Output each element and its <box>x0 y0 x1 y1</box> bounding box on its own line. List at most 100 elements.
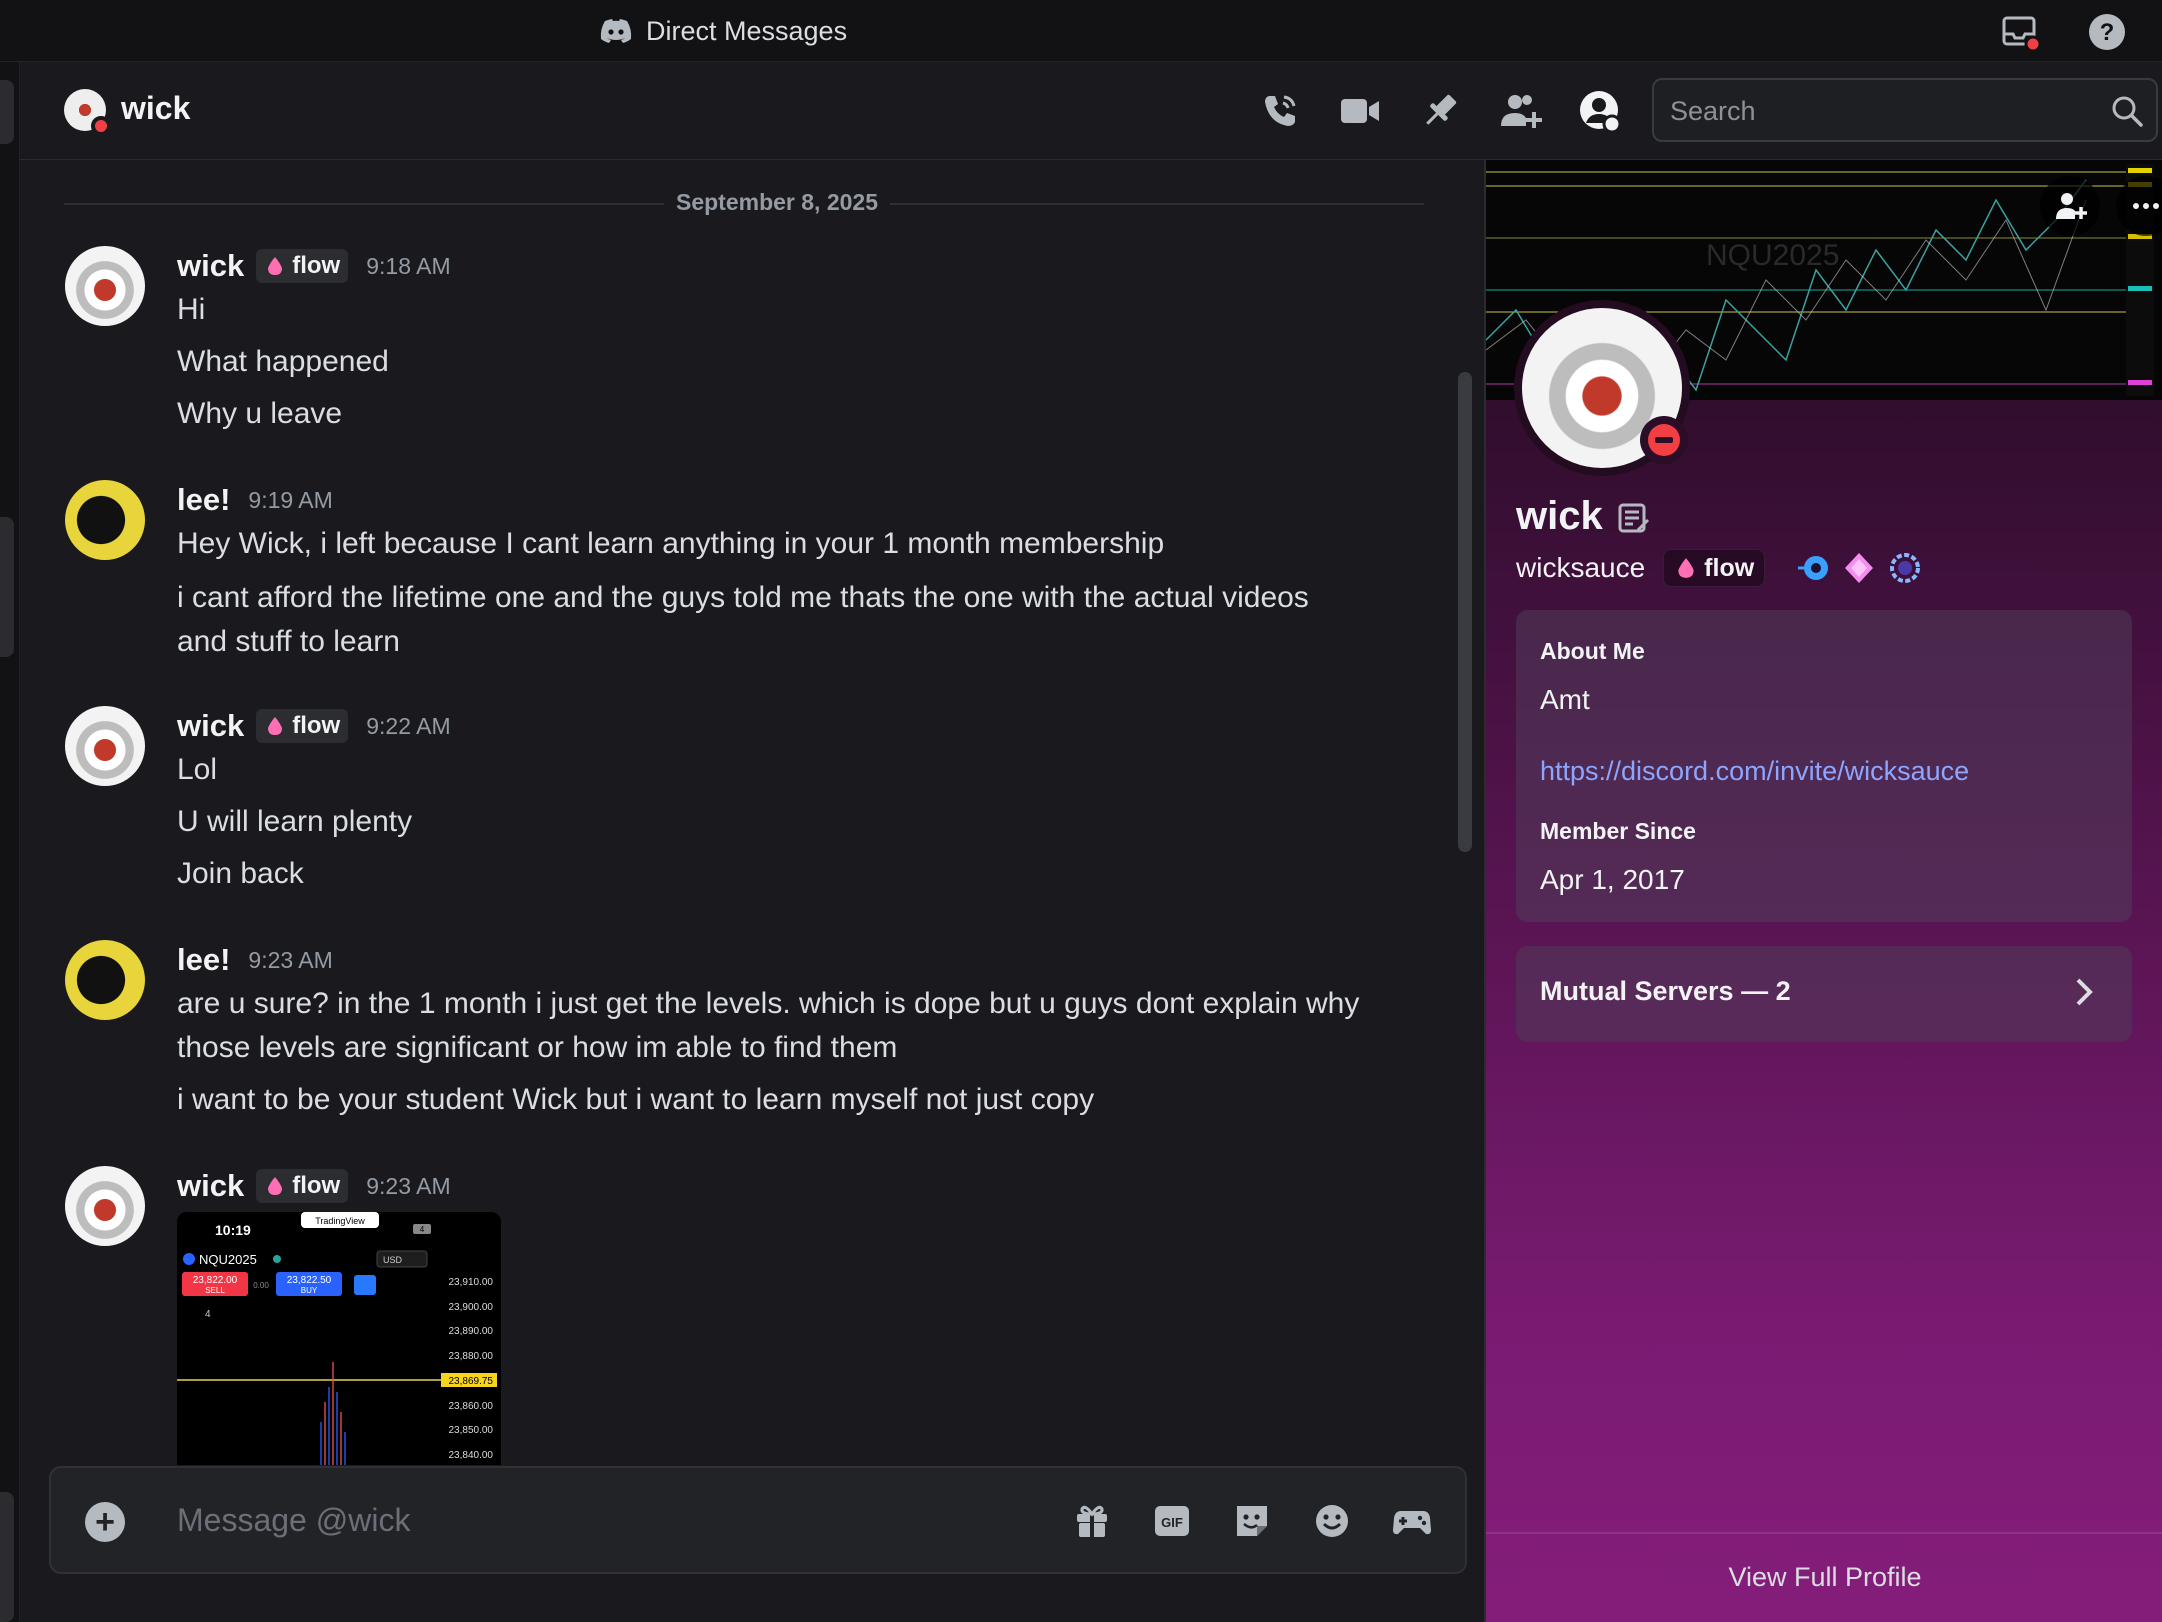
server-tag-label: flow <box>1704 553 1755 582</box>
activity-icon[interactable] <box>1391 1500 1433 1542</box>
search-input[interactable]: Search <box>1652 78 2158 142</box>
quest-badge-icon[interactable] <box>1887 550 1923 586</box>
server-tag-label: flow <box>292 1172 341 1199</box>
message-header: wick flow 9:18 AM <box>177 246 451 286</box>
symbol-label: NQU2025 <box>199 1252 257 1267</box>
gift-icon[interactable] <box>1071 1500 1113 1542</box>
server-tag[interactable]: flow <box>256 709 349 743</box>
profile-username-row: wicksauce flow <box>1516 548 1923 588</box>
dnd-status-icon <box>1640 416 1688 464</box>
about-me-text: Amt <box>1540 684 1590 715</box>
author-name[interactable]: wick <box>177 708 244 744</box>
server-tag-label: flow <box>292 712 341 739</box>
message-text: U will learn plenty <box>177 805 413 838</box>
window-title-text: Direct Messages <box>646 15 848 46</box>
message-text: What happened <box>177 345 389 378</box>
avatar[interactable] <box>65 940 145 1020</box>
emoji-icon[interactable] <box>1311 1500 1353 1542</box>
tradingview-logo: TradingView <box>315 1216 365 1226</box>
server-sidebar-edge <box>0 62 20 1622</box>
sidebar-edge-item[interactable] <box>0 517 14 657</box>
buy-label: BUY <box>301 1286 318 1295</box>
svg-text:GIF: GIF <box>1161 1515 1183 1530</box>
user-profile-icon[interactable] <box>1575 86 1625 136</box>
help-icon[interactable]: ? <box>2087 12 2127 52</box>
server-tag[interactable]: flow <box>1663 549 1766 587</box>
author-name[interactable]: wick <box>177 248 244 284</box>
message-timestamp: 9:19 AM <box>248 486 333 513</box>
profile-username: wicksauce <box>1516 552 1646 583</box>
author-name[interactable]: lee! <box>177 942 230 978</box>
price-tick: 23,910.00 <box>449 1277 494 1288</box>
window-title: Direct Messages <box>600 13 847 49</box>
note-icon[interactable] <box>1616 500 1652 536</box>
server-tag[interactable]: flow <box>256 249 349 283</box>
user-profile-panel: NQU2025 wick wicksauce flow About Me Amt… <box>1484 160 2162 1622</box>
message-text: i cant afford the lifetime one and the g… <box>177 581 1309 614</box>
message-text: Lol <box>177 753 218 786</box>
avatar[interactable] <box>65 706 145 786</box>
inbox-icon[interactable] <box>2000 12 2042 53</box>
sidebar-edge-item[interactable] <box>0 1492 14 1622</box>
message-header: lee! 9:19 AM <box>177 480 333 520</box>
price-tick: 23,900.00 <box>449 1302 494 1313</box>
message-text: Join back <box>177 857 304 890</box>
video-call-icon[interactable] <box>1335 86 1385 136</box>
title-bar: Direct Messages ? <box>0 0 2162 62</box>
server-tag[interactable]: flow <box>256 1169 349 1203</box>
invite-link[interactable]: https://discord.com/invite/wicksauce <box>1540 756 1969 787</box>
buy-price: 23,822.50 <box>287 1275 332 1286</box>
message-text: are u sure? in the 1 month i just get th… <box>177 987 1360 1020</box>
message-header: wick flow 9:23 AM <box>177 1166 451 1206</box>
channel-header: wick Search <box>20 62 2162 160</box>
nitro-badge-icon[interactable] <box>1795 550 1831 586</box>
profile-avatar[interactable] <box>1514 300 1690 476</box>
mutual-servers-button[interactable]: Mutual Servers — 2 <box>1516 946 2132 1042</box>
avatar[interactable] <box>65 480 145 560</box>
add-attachment-button[interactable]: + <box>85 1502 125 1542</box>
view-full-profile-button[interactable]: View Full Profile <box>1486 1562 2162 1593</box>
price-tick: 23,850.00 <box>449 1425 494 1436</box>
pinned-messages-icon[interactable] <box>1415 86 1465 136</box>
chat-messages[interactable]: September 8, 2025 wick flow 9:18 AM Hi W… <box>20 160 1484 1465</box>
dnd-status-icon <box>91 116 111 136</box>
sidebar-edge-item[interactable] <box>0 80 14 144</box>
image-attachment[interactable]: 10:19 TradingView 4 NQU2025 USD 23,822.0… <box>177 1212 501 1465</box>
mutual-servers-label: Mutual Servers — 2 <box>1540 976 1791 1006</box>
author-name[interactable]: lee! <box>177 482 230 518</box>
message-timestamp: 9:23 AM <box>248 946 333 973</box>
profile-display-name: wick <box>1516 494 1603 538</box>
chevron-right-icon <box>2076 978 2093 1006</box>
price-tick: 23,840.00 <box>449 1450 494 1461</box>
sell-price: 23,822.00 <box>193 1275 238 1286</box>
gem-icon <box>268 717 283 735</box>
current-price-tick: 23,869.75 <box>449 1376 494 1387</box>
gif-icon[interactable]: GIF <box>1151 1500 1193 1542</box>
message-timestamp: 9:22 AM <box>366 712 451 739</box>
message-input[interactable]: Message @wick <box>177 1502 410 1539</box>
avatar[interactable] <box>65 246 145 326</box>
discord-icon <box>600 19 632 43</box>
chat-scrollbar[interactable] <box>1458 372 1472 852</box>
boost-badge-icon[interactable] <box>1841 550 1877 586</box>
avatar[interactable] <box>65 1166 145 1246</box>
quantity-label: 4 <box>205 1309 211 1320</box>
message-timestamp: 9:18 AM <box>366 252 451 279</box>
header-name[interactable]: wick <box>121 90 190 127</box>
call-icon[interactable] <box>1255 86 1305 136</box>
banner-watermark: NQU2025 <box>1706 239 1839 272</box>
phone-battery: 4 <box>420 1225 425 1234</box>
member-since-label: Member Since <box>1540 818 1696 844</box>
message-timestamp: 9:23 AM <box>366 1172 451 1199</box>
message-text: those levels are significant or how im a… <box>177 1031 898 1064</box>
add-friends-to-dm-icon[interactable] <box>1495 86 1545 136</box>
server-tag-label: flow <box>292 252 341 279</box>
message-composer[interactable]: + Message @wick GIF <box>49 1466 1467 1574</box>
search-placeholder: Search <box>1670 96 1756 126</box>
message-header: lee! 9:23 AM <box>177 940 333 980</box>
search-icon <box>2112 96 2143 127</box>
sticker-icon[interactable] <box>1231 1500 1273 1542</box>
author-name[interactable]: wick <box>177 1168 244 1204</box>
header-avatar[interactable] <box>64 89 111 136</box>
add-friend-button[interactable] <box>2040 176 2100 236</box>
